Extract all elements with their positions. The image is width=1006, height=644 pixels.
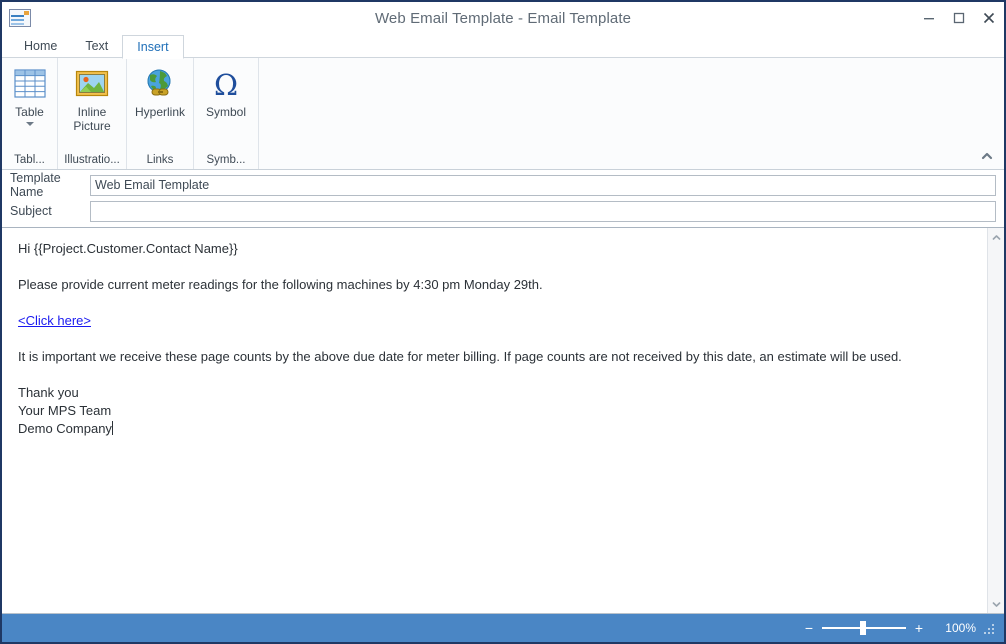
tab-text[interactable]: Text xyxy=(71,34,122,58)
ribbon-group-symbols: Ω Symbol Symb... xyxy=(194,58,259,169)
body-signoff-3: Demo Company xyxy=(18,420,973,438)
ribbon-group-illustrations: Inline Picture Illustratio... xyxy=(58,58,127,169)
email-body-editor[interactable]: Hi {{Project.Customer.Contact Name}} Ple… xyxy=(2,228,987,613)
editor-area: Hi {{Project.Customer.Contact Name}} Ple… xyxy=(2,228,1004,614)
hyperlink-button[interactable]: Hyperlink xyxy=(129,63,191,119)
body-signoff-1: Thank you xyxy=(18,384,973,402)
chevron-up-icon xyxy=(980,151,994,161)
body-greeting: Hi {{Project.Customer.Contact Name}} xyxy=(18,240,973,258)
text-cursor xyxy=(112,421,113,435)
maximize-button[interactable] xyxy=(944,3,974,33)
body-notice: It is important we receive these page co… xyxy=(18,348,973,366)
zoom-out-button[interactable]: − xyxy=(803,621,815,635)
title-bar: Web Email Template - Email Template xyxy=(2,2,1004,34)
status-bar: − + 100% xyxy=(2,614,1004,642)
body-instruction: Please provide current meter readings fo… xyxy=(18,276,973,294)
omega-symbol-icon: Ω xyxy=(209,66,243,102)
window-controls xyxy=(914,2,1004,34)
minimize-button[interactable] xyxy=(914,3,944,33)
ribbon-collapse-button[interactable] xyxy=(976,147,998,165)
inline-picture-button[interactable]: Inline Picture xyxy=(67,63,116,133)
template-name-row: Template Name xyxy=(10,174,996,196)
chevron-down-icon xyxy=(992,601,1001,608)
editor-scrollbar[interactable] xyxy=(987,228,1004,613)
scroll-down-button[interactable] xyxy=(989,597,1004,611)
ribbon: Table Tabl... xyxy=(2,58,1004,170)
template-fields: Template Name Subject xyxy=(2,170,1004,228)
zoom-in-button[interactable]: + xyxy=(913,621,925,635)
tab-home[interactable]: Home xyxy=(10,34,71,58)
body-signoff-3-text: Demo Company xyxy=(18,421,112,436)
hyperlink-label: Hyperlink xyxy=(135,105,185,119)
resize-grip-icon[interactable] xyxy=(984,622,996,634)
tab-insert[interactable]: Insert xyxy=(122,35,183,59)
table-button[interactable]: Table xyxy=(7,63,53,126)
inline-picture-label: Inline Picture xyxy=(73,105,110,133)
ribbon-group-symbols-label: Symb... xyxy=(194,153,258,166)
subject-label: Subject xyxy=(10,204,90,218)
zoom-percent-label: 100% xyxy=(942,621,976,635)
tab-home-label: Home xyxy=(24,39,57,53)
zoom-slider[interactable] xyxy=(822,621,906,635)
tab-insert-label: Insert xyxy=(137,40,168,54)
ribbon-group-table: Table Tabl... xyxy=(2,58,58,169)
ribbon-group-table-label: Tabl... xyxy=(2,153,57,166)
template-name-label: Template Name xyxy=(10,171,90,199)
svg-text:Ω: Ω xyxy=(214,68,238,100)
hyperlink-globe-icon xyxy=(143,66,177,102)
ribbon-group-illustrations-label: Illustratio... xyxy=(58,153,126,166)
symbol-button[interactable]: Ω Symbol xyxy=(200,63,252,119)
chevron-down-icon[interactable] xyxy=(26,122,34,126)
symbol-label: Symbol xyxy=(206,105,246,119)
app-window: Web Email Template - Email Template Home… xyxy=(0,0,1006,644)
subject-row: Subject xyxy=(10,200,996,222)
zoom-slider-thumb[interactable] xyxy=(860,621,866,635)
subject-input[interactable] xyxy=(90,201,996,222)
close-button[interactable] xyxy=(974,3,1004,33)
zoom-control: − + 100% xyxy=(803,621,976,635)
template-name-input[interactable] xyxy=(90,175,996,196)
email-template-icon xyxy=(9,9,31,27)
scroll-up-button[interactable] xyxy=(989,230,1004,244)
table-button-label: Table xyxy=(15,105,44,119)
tab-text-label: Text xyxy=(85,39,108,53)
picture-icon xyxy=(75,66,109,102)
table-icon xyxy=(13,66,47,102)
ribbon-tabs: Home Text Insert xyxy=(2,34,1004,58)
ribbon-group-links-label: Links xyxy=(127,153,193,166)
body-signoff-2: Your MPS Team xyxy=(18,402,973,420)
chevron-up-icon xyxy=(992,234,1001,241)
window-title: Web Email Template - Email Template xyxy=(2,10,1004,27)
click-here-link[interactable]: <Click here> xyxy=(18,313,91,328)
ribbon-group-links: Hyperlink Links xyxy=(127,58,194,169)
